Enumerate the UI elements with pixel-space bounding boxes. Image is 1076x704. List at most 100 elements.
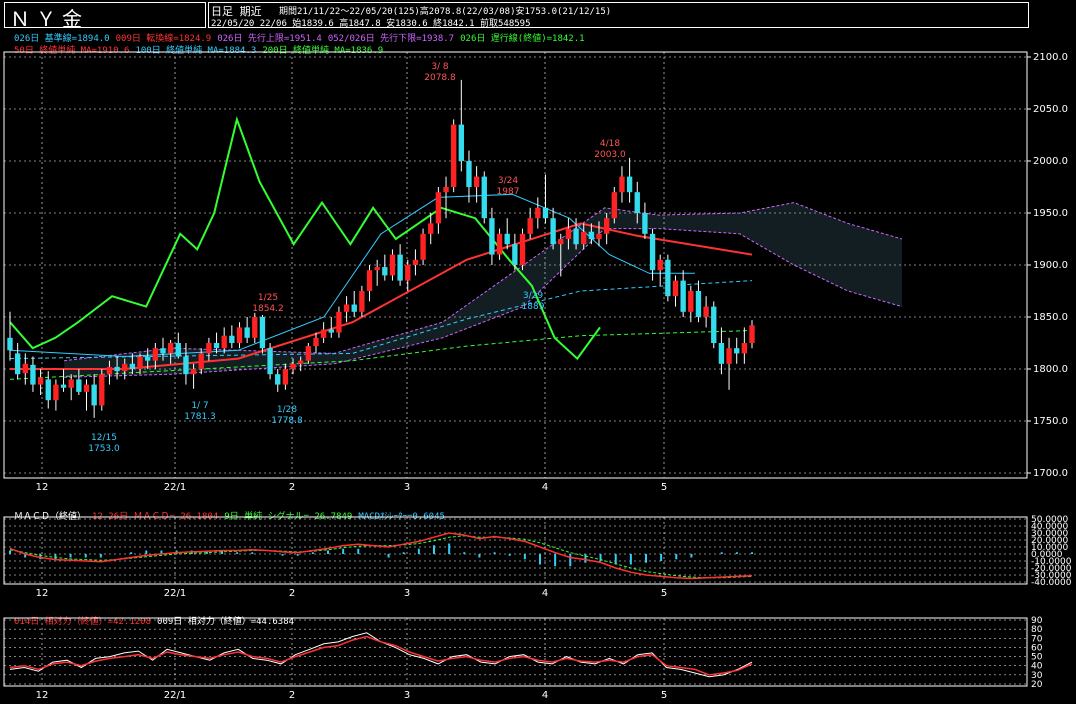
candle-36: [282, 369, 289, 385]
candle-51: [397, 254, 403, 281]
candle-90: [695, 291, 702, 317]
annotation-value-6: 1889: [522, 302, 545, 312]
candle-2: [22, 363, 28, 374]
rsi9-line: [9, 632, 753, 678]
candle-24: [190, 369, 197, 375]
x-tick-3-2: 3: [404, 690, 410, 701]
candle-45: [351, 304, 357, 312]
candle-68: [527, 218, 533, 234]
y-tick-2: 2000.0: [1033, 156, 1068, 167]
y-tick-4: 1900.0: [1033, 260, 1068, 271]
rsi14-line: [9, 635, 753, 676]
annotation-value-2: 1778.8: [271, 416, 303, 426]
candle-38: [298, 360, 304, 364]
candle-85: [657, 259, 663, 271]
candle-82: [634, 192, 640, 213]
candle-12: [99, 374, 105, 406]
candle-42: [328, 329, 334, 333]
x-tick-3-0: 3: [404, 482, 410, 493]
annotation-date-5: 3/24: [498, 176, 518, 186]
candle-13: [106, 366, 113, 375]
candle-76: [588, 231, 595, 239]
candle-59: [458, 124, 464, 161]
candle-72: [558, 239, 564, 245]
candle-27: [213, 343, 220, 349]
annotation-date-4: 3/ 8: [431, 62, 449, 72]
macd-y-tick-9: -40.0000: [1031, 578, 1072, 588]
candle-7: [60, 384, 67, 388]
candle-52: [405, 265, 411, 281]
annotation-value-1: 1781.3: [184, 412, 216, 422]
candle-20: [160, 348, 166, 354]
candle-1: [14, 353, 21, 375]
panel-frame-1: [3, 516, 1028, 585]
x-tick-5-0: 5: [661, 482, 667, 493]
candle-81: [626, 176, 633, 193]
candle-30: [236, 327, 243, 343]
candle-66: [512, 244, 518, 265]
y-tick-1: 2050.0: [1033, 104, 1068, 115]
candle-8: [68, 379, 74, 388]
candle-64: [496, 233, 503, 255]
candle-22: [175, 343, 181, 357]
x-tick-1-0: 22/1: [164, 482, 186, 493]
candle-5: [45, 379, 51, 401]
candle-62: [481, 176, 487, 219]
candle-6: [53, 384, 59, 401]
candle-28: [221, 335, 227, 349]
candle-35: [275, 374, 281, 385]
candle-84: [649, 233, 656, 271]
x-tick-0-0: 12: [36, 482, 49, 493]
candle-58: [450, 124, 457, 187]
candle-4: [37, 377, 44, 385]
candle-10: [83, 384, 90, 392]
candle-67: [519, 233, 526, 265]
y-tick-7: 1750.0: [1033, 416, 1068, 427]
candle-94: [726, 348, 732, 364]
candle-92: [711, 306, 717, 343]
macd-signal-line: [9, 535, 753, 579]
candle-78: [603, 218, 610, 234]
candle-86: [665, 259, 671, 297]
candle-41: [320, 329, 327, 338]
x-tick-1-1: 22/1: [164, 588, 186, 599]
candle-32: [252, 317, 258, 338]
candle-71: [550, 218, 556, 245]
annotation-date-1: 1/ 7: [191, 401, 208, 411]
panel-frame-2: [3, 617, 1028, 687]
annotation-date-6: 3/29: [523, 291, 543, 301]
candle-57: [443, 187, 449, 193]
candle-65: [504, 233, 510, 245]
annotation-date-2: 1/28: [277, 405, 297, 415]
candle-31: [244, 327, 250, 338]
candle-88: [680, 280, 686, 312]
y-tick-3: 1950.0: [1033, 208, 1068, 219]
x-tick-4-0: 4: [542, 482, 548, 493]
annotation-value-3: 1854.2: [252, 304, 284, 314]
candle-14: [114, 366, 120, 372]
annotation-date-0: 12/15: [91, 433, 117, 443]
candle-50: [389, 254, 396, 276]
candle-9: [76, 379, 82, 392]
candle-61: [473, 176, 480, 187]
candle-33: [259, 317, 266, 349]
candle-3: [30, 364, 36, 385]
candle-70: [542, 207, 549, 219]
candle-93: [718, 343, 725, 364]
x-tick-5-1: 5: [661, 588, 667, 599]
x-tick-0-1: 12: [36, 588, 49, 599]
lagging-span: [9, 115, 601, 361]
candle-26: [206, 343, 212, 354]
candle-77: [596, 233, 602, 239]
candle-49: [382, 267, 388, 276]
x-tick-2-1: 2: [289, 588, 295, 599]
x-tick-4-1: 4: [542, 588, 548, 599]
candle-19: [152, 348, 159, 361]
candle-73: [565, 228, 572, 239]
candle-47: [366, 270, 373, 291]
x-tick-2-0: 2: [289, 482, 295, 493]
candle-87: [672, 280, 679, 297]
candle-97: [749, 325, 755, 343]
candle-25: [198, 353, 204, 369]
candle-29: [229, 335, 235, 343]
